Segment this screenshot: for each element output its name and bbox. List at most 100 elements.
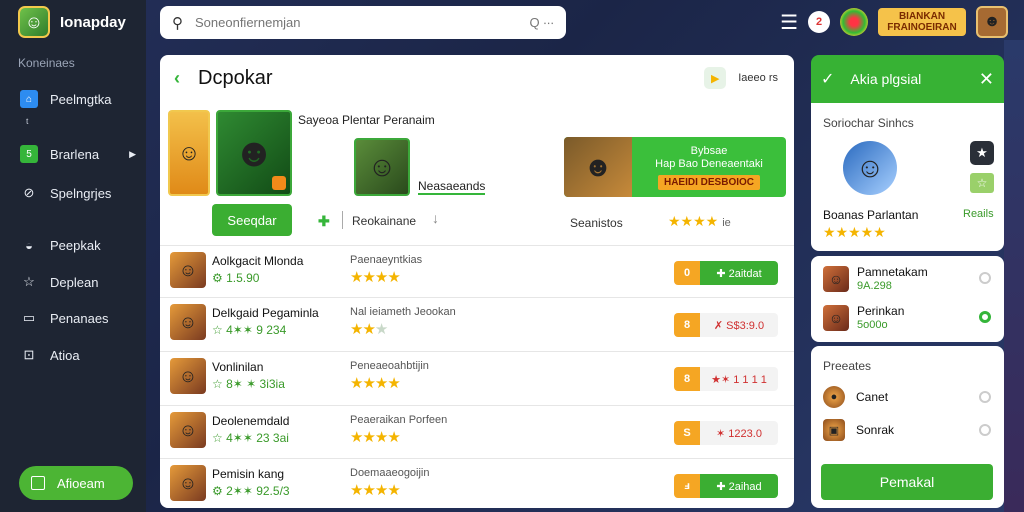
shield-icon: ◒: [25, 237, 33, 253]
notification-badge[interactable]: 2: [808, 11, 830, 33]
right-panel-header: ✓ Akia plgsial ✕: [811, 55, 1004, 103]
sidebar-item-label: Spelngrjes: [50, 185, 112, 201]
presets-subtitle: Preeates: [823, 359, 872, 373]
home-icon: ⌂: [20, 90, 38, 108]
header-right-label: Iaeeo rs: [738, 72, 778, 84]
sidebar-item-info[interactable]: ⊡ Atioa: [20, 346, 136, 364]
price-button[interactable]: 8 ★✶ 1 1 1 1: [674, 367, 778, 391]
game-category: Nal ieiameth Jeookan: [350, 306, 456, 318]
gem-icon[interactable]: [840, 8, 868, 36]
price-button[interactable]: 0 ✚ 2aitdat: [674, 261, 778, 285]
sort-label[interactable]: Seanistos: [570, 216, 623, 230]
table-row[interactable]: ☺ Deolenemdald ☆ 4✶✶ 23 3ai Peaeraikan P…: [160, 405, 794, 457]
game-category: Paenaeyntkias: [350, 254, 423, 266]
table-row[interactable]: ☺ Delkgaid Pegaminla ☆ 4✶✶ 9 234 Nal iei…: [160, 297, 794, 349]
game-stars: ★★★★: [350, 375, 401, 392]
featured-tile-mid[interactable]: ☺: [354, 138, 410, 196]
game-category: Peaeraikan Porfeen: [350, 414, 448, 426]
banner-line2: Hap Bao Deneaentaki: [655, 157, 763, 170]
sidebar-bottom-button[interactable]: Afioeam: [19, 466, 133, 500]
friend-value: 5o00o: [857, 319, 888, 331]
sidebar-sub-item[interactable]: ᵗ: [26, 116, 29, 130]
featured-banner[interactable]: ☻ Bybsae Hap Bao Deneaentaki HAEIDI DESB…: [564, 137, 786, 197]
game-rating: ☆ 4✶✶ 9 234: [212, 323, 287, 337]
game-stars: ★★★★: [350, 429, 401, 446]
avatar[interactable]: ☻: [976, 6, 1008, 38]
game-name: Vonlinilan: [212, 360, 264, 374]
banner-character-icon: ☻: [564, 137, 632, 197]
achievement-icon[interactable]: ☆: [970, 173, 994, 193]
header-right[interactable]: ▶ Iaeeo rs: [704, 67, 778, 89]
back-arrow-icon[interactable]: ‹: [174, 68, 180, 89]
price-button[interactable]: S ✶ 1223.0: [674, 421, 778, 445]
add-icon[interactable]: ✚: [318, 213, 330, 230]
promo-line1: BIANKAN: [898, 11, 946, 22]
price-amount: ★✶ 1 1 1 1: [700, 367, 778, 391]
profile-link[interactable]: Reails: [963, 208, 994, 220]
table-row[interactable]: ☺ Aolkgacit Mlonda ⚙ 1.5.90 Paenaeyntkia…: [160, 245, 794, 297]
avatar[interactable]: ☺: [843, 141, 897, 195]
sidebar-item-label: Brarlena: [50, 146, 100, 162]
preset-name: Sonrak: [856, 423, 895, 437]
radio-button[interactable]: [979, 391, 991, 403]
list-item[interactable]: ▣ Sonrak: [823, 419, 993, 445]
game-category: Doemaaeogoijin: [350, 467, 430, 479]
radio-button-selected[interactable]: [979, 311, 991, 323]
radio-button[interactable]: [979, 424, 991, 436]
sidebar-item-label: Peelmgtka: [50, 91, 112, 107]
promo-banner[interactable]: BIANKAN FRAINOEIRAN: [878, 8, 966, 36]
sidebar-item-shield[interactable]: ◒ Peepkak: [20, 236, 136, 254]
game-name: Delkgaid Pegaminla: [212, 306, 319, 320]
game-stars: ★★★★: [350, 482, 401, 499]
badge-icon: [272, 176, 286, 190]
search-icon: ⚲: [172, 14, 183, 32]
price-button[interactable]: 8 ✗ S$3:9.0: [674, 313, 778, 337]
price-lead: 8: [674, 313, 700, 337]
brand[interactable]: ☺ Ionapday: [18, 6, 126, 38]
game-category: Peneaeoahbtijin: [350, 360, 429, 372]
featured-mid-label[interactable]: Neasaeands: [418, 179, 486, 195]
price-button[interactable]: ⅎ ✚ 2aihad: [674, 474, 778, 498]
rating-filter[interactable]: ★★★★ ie: [668, 213, 731, 230]
close-icon[interactable]: ✕: [979, 69, 994, 90]
sidebar-item-star[interactable]: ☆ Deplean: [20, 273, 136, 291]
search-suffix[interactable]: Q ∙∙∙: [529, 15, 554, 30]
sidebar: ☺ Ionapday Koneinaes ⌂ Peelmgtka ᵗ 5 Bra…: [0, 0, 146, 512]
table-row[interactable]: ☺ Vonlinilan ☆ 8✶ ✶ 3i3ia Peneaeoahbtiji…: [160, 351, 794, 403]
game-name: Deolenemdald: [212, 414, 290, 428]
sidebar-item-compass[interactable]: ⊘ Spelngrjes: [20, 184, 136, 202]
main-panel: ‹ Dcpokar ▶ Iaeeo rs ☺ ☻ Sayeoa Plentar …: [160, 55, 794, 508]
featured-tile-main[interactable]: ☻: [216, 110, 292, 196]
coin-icon: ●: [823, 386, 845, 408]
menu-icon[interactable]: ☰: [780, 10, 798, 35]
list-item[interactable]: ☺ Perinkan 5o00o: [823, 303, 993, 339]
sidebar-item-grid[interactable]: 5 Brarlena ▶: [20, 145, 136, 163]
star-badge-icon[interactable]: ★: [970, 141, 994, 165]
friend-name: Pamnetakam: [857, 265, 928, 279]
search-button[interactable]: Seeqdar: [212, 204, 292, 236]
friend-value: 9A.298: [857, 280, 892, 292]
filter-label[interactable]: Reokainane: [352, 214, 416, 228]
list-item[interactable]: ☺ Pamnetakam 9A.298: [823, 264, 993, 300]
table-row[interactable]: ☺ Pemisin kang ⚙ 2✶✶ 92.5/3 Doemaaeogoij…: [160, 458, 794, 508]
promo-line2: FRAINOEIRAN: [887, 22, 957, 33]
price-amount: ✚ 2aitdat: [700, 261, 778, 285]
featured-tile-small[interactable]: ☺: [168, 110, 210, 196]
list-item[interactable]: ● Canet: [823, 386, 993, 412]
confirm-button[interactable]: Pemakal: [821, 464, 993, 500]
top-actions: ☰ 2 BIANKAN FRAINOEIRAN ☻: [780, 6, 1008, 38]
check-icon: ✓: [821, 71, 835, 88]
search-input[interactable]: [195, 15, 530, 30]
radio-button[interactable]: [979, 272, 991, 284]
profile-name: Boanas Parlantan: [823, 208, 919, 222]
sort-down-icon[interactable]: ↓: [432, 210, 439, 226]
background-edge: [1004, 40, 1024, 512]
game-thumbnail: ☺: [170, 252, 206, 288]
presets-card: Preeates ● Canet ▣ Sonrak Pemakal: [811, 346, 1004, 508]
price-amount: ✚ 2aihad: [700, 474, 778, 498]
sidebar-item-document[interactable]: ▭ Penanaes: [20, 309, 136, 327]
sidebar-item-home[interactable]: ⌂ Peelmgtka: [20, 90, 136, 108]
game-rating: ☆ 8✶ ✶ 3i3ia: [212, 377, 285, 391]
game-thumbnail: ☺: [170, 358, 206, 394]
avatar: ☺: [823, 266, 849, 292]
